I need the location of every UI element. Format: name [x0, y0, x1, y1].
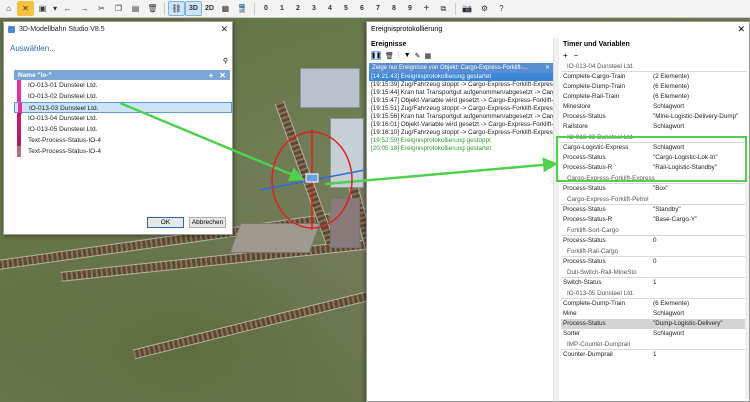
annotation-arrows [119, 101, 558, 230]
arrow-to-variables [324, 157, 558, 186]
selected-object [305, 173, 319, 183]
